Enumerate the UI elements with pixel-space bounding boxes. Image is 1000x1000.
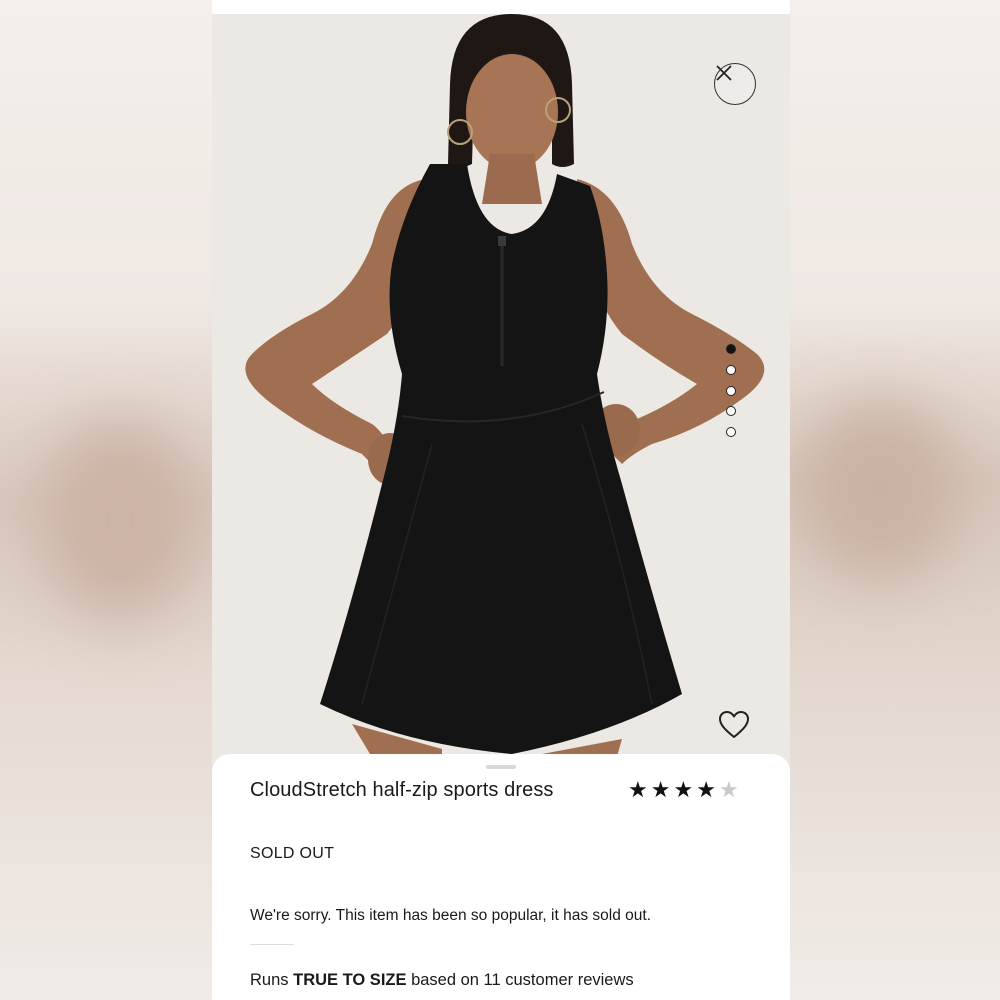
gallery-dot[interactable]	[726, 344, 736, 354]
gallery-dot[interactable]	[726, 427, 736, 438]
product-photo[interactable]	[212, 14, 790, 774]
star-icon: ★	[628, 777, 651, 802]
gallery-dot[interactable]	[726, 406, 736, 417]
product-title: CloudStretch half-zip sports dress	[250, 779, 554, 801]
favorite-button[interactable]	[718, 710, 750, 740]
sold-out-message: We're sorry. This item has been so popul…	[250, 907, 651, 924]
sheet-grabber[interactable]	[486, 765, 516, 769]
close-button[interactable]	[714, 63, 756, 105]
star-icon: ★	[673, 777, 697, 802]
product-screen: CloudStretch half-zip sports dress ★★★★★…	[212, 0, 790, 1000]
fit-suffix: based on 11 customer reviews	[406, 971, 634, 989]
blurred-backdrop-right	[790, 0, 1000, 1000]
star-icon: ★	[696, 777, 719, 802]
gallery-dot[interactable]	[726, 385, 736, 396]
close-icon	[716, 65, 732, 81]
top-strip	[212, 0, 790, 14]
rating-stars[interactable]: ★★★★★	[628, 777, 742, 803]
product-details-sheet: CloudStretch half-zip sports dress ★★★★★…	[212, 754, 790, 1000]
blurred-backdrop-left	[0, 0, 212, 1000]
fit-summary: Runs TRUE TO SIZE based on 11 customer r…	[250, 971, 634, 990]
fit-prefix: Runs	[250, 971, 294, 989]
model-illustration	[212, 14, 790, 774]
half-star-icon: ★	[718, 777, 742, 802]
gallery-dot[interactable]	[726, 364, 736, 375]
star-icon: ★	[650, 777, 674, 802]
divider	[250, 944, 294, 945]
stock-status: SOLD OUT	[250, 845, 335, 862]
heart-icon	[719, 711, 749, 738]
fit-emphasis: TRUE TO SIZE	[293, 971, 407, 989]
gallery-pagination	[726, 344, 738, 448]
